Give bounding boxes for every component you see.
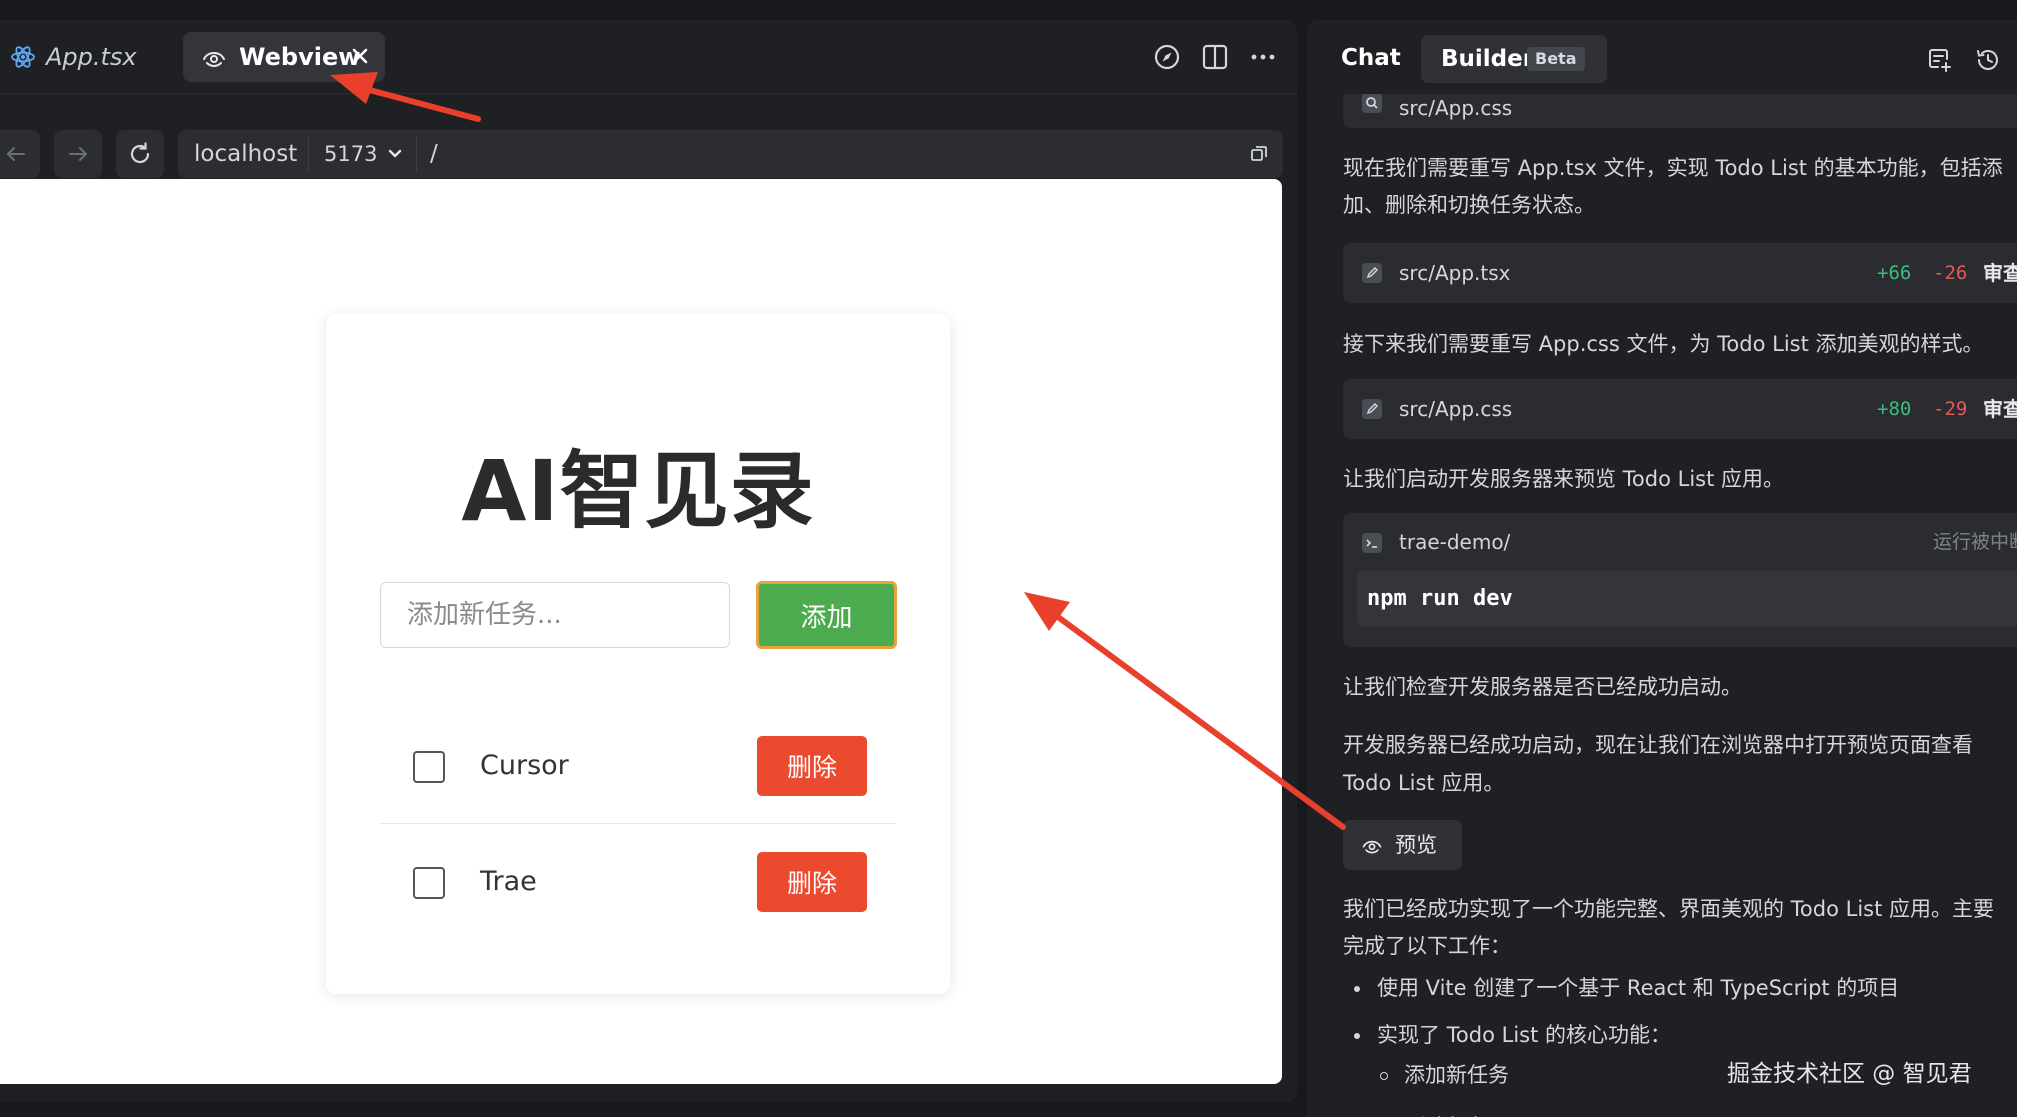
new-task-input[interactable] — [380, 582, 730, 648]
edit-icon — [1361, 398, 1383, 420]
chat-message: 我们已经成功实现了一个功能完整、界面美观的 Todo List 应用。主要 — [1343, 897, 1995, 921]
react-icon — [10, 44, 36, 70]
terminal-block: trae-demo/ 运行被中断 npm run dev — [1343, 513, 2017, 647]
chat-message: 开发服务器已经成功启动，现在让我们在浏览器中打开预览页面查看 — [1343, 733, 1973, 757]
todo-card: AI智见录 添加 Cursor 删除 Trae 删除 — [326, 314, 950, 994]
more-icon[interactable] — [1249, 43, 1277, 71]
file-change-chip[interactable]: src/App.css +80 -29 审查 — [1343, 379, 2017, 439]
lines-added: +80 — [1877, 398, 1912, 420]
back-button[interactable] — [0, 130, 40, 178]
url-divider — [308, 136, 309, 172]
edit-icon — [1361, 262, 1383, 284]
reload-button[interactable] — [116, 130, 164, 178]
bullet-ring — [1380, 1072, 1388, 1080]
terminal-status: 运行被中断 — [1933, 531, 2017, 553]
todo-text: Cursor — [480, 750, 569, 781]
refresh-icon — [127, 141, 153, 167]
tab-builder[interactable]: Builder Beta — [1421, 35, 1607, 83]
chat-message: 现在我们需要重写 App.tsx 文件，实现 Todo List 的基本功能，包… — [1343, 156, 2003, 180]
assistant-header: Chat Builder Beta — [1307, 20, 2017, 94]
list-item: 使用 Vite 创建了一个基于 React 和 TypeScript 的项目 — [1377, 976, 1900, 1000]
close-icon[interactable] — [349, 45, 371, 67]
chevron-down-icon[interactable] — [386, 145, 404, 163]
beta-badge: Beta — [1527, 47, 1585, 71]
eye-icon — [1361, 835, 1383, 855]
url-path[interactable]: / — [430, 130, 438, 178]
lines-removed: -29 — [1933, 398, 1968, 420]
tab-webview[interactable]: Webview — [183, 32, 385, 82]
list-item: 添加新任务 — [1404, 1063, 1509, 1087]
lines-removed: -26 — [1933, 262, 1968, 284]
page-title: AI智见录 — [461, 442, 815, 540]
delete-task-button[interactable]: 删除 — [757, 852, 867, 912]
forward-button[interactable] — [54, 130, 102, 178]
url-field[interactable]: localhost 5173 / — [178, 130, 1283, 178]
lines-added: +66 — [1877, 262, 1912, 284]
new-chat-icon[interactable] — [1925, 46, 1953, 74]
chat-message: Todo List 应用。 — [1343, 771, 1505, 795]
file-change-chip[interactable]: src/App.tsx +66 -26 审查 — [1343, 243, 2017, 303]
url-divider — [416, 136, 417, 172]
webview-viewport: AI智见录 添加 Cursor 删除 Trae 删除 — [0, 179, 1282, 1084]
todo-checkbox[interactable] — [413, 751, 445, 783]
arrow-left-icon — [4, 142, 28, 166]
terminal-path: trae-demo/ — [1399, 530, 1511, 554]
chip-file-name: src/App.css — [1399, 397, 1513, 421]
todo-item: Trae 删除 — [380, 824, 896, 940]
terminal-command-box: npm run dev — [1357, 571, 2017, 627]
chip-file-name: src/App.tsx — [1399, 261, 1511, 285]
eye-icon — [201, 46, 227, 68]
preview-button[interactable]: 预览 — [1343, 820, 1462, 870]
todo-item: Cursor 删除 — [380, 708, 896, 824]
delete-task-button[interactable]: 删除 — [757, 736, 867, 796]
history-icon[interactable] — [1974, 46, 2002, 74]
tab-label: Builder — [1441, 46, 1535, 72]
list-item: 实现了 Todo List 的核心功能： — [1377, 1023, 1672, 1047]
assistant-pane: src/App.css Chat Builder Beta 现在我们需要重写 A… — [1307, 20, 2017, 1117]
url-host: localhost — [194, 141, 298, 167]
list-item: 删除任务 — [1404, 1109, 1488, 1117]
add-task-button[interactable]: 添加 — [756, 581, 897, 649]
chat-message: 加、删除和切换任务状态。 — [1343, 193, 1595, 217]
arrow-right-icon — [66, 142, 90, 166]
tab-label: Webview — [239, 43, 361, 71]
terminal-icon — [1361, 532, 1383, 554]
tab-label: App.tsx — [46, 43, 137, 71]
bullet-dot — [1354, 1033, 1360, 1039]
copy-icon[interactable] — [1249, 144, 1269, 164]
todo-checkbox[interactable] — [413, 867, 445, 899]
tab-chat[interactable]: Chat — [1341, 36, 1401, 80]
port-select[interactable]: 5173 — [324, 130, 377, 178]
chat-message: 完成了以下工作： — [1343, 934, 1511, 958]
editor-pane: App.tsx Webview localhost 5173 / AI智见录 添… — [0, 20, 1297, 1102]
review-button[interactable]: 审查 — [1983, 243, 2017, 303]
review-button[interactable]: 审查 — [1983, 379, 2017, 439]
compass-icon[interactable] — [1153, 43, 1181, 71]
tab-app-tsx[interactable]: App.tsx — [10, 32, 160, 82]
editor-tab-bar: App.tsx Webview — [0, 20, 1297, 94]
search-icon — [1361, 92, 1383, 114]
preview-label: 预览 — [1395, 833, 1437, 857]
split-view-icon[interactable] — [1201, 43, 1229, 71]
watermark: 掘金技术社区 @ 智见君 — [1727, 1061, 1972, 1087]
chat-message: 接下来我们需要重写 App.css 文件，为 Todo List 添加美观的样式… — [1343, 332, 1984, 356]
terminal-command: npm run dev — [1367, 586, 1513, 611]
chat-message: 让我们启动开发服务器来预览 Todo List 应用。 — [1343, 467, 1785, 491]
todo-text: Trae — [480, 866, 537, 897]
address-bar: localhost 5173 / — [0, 108, 1297, 178]
bullet-dot — [1354, 986, 1360, 992]
chat-message: 让我们检查开发服务器是否已经成功启动。 — [1343, 675, 1742, 699]
